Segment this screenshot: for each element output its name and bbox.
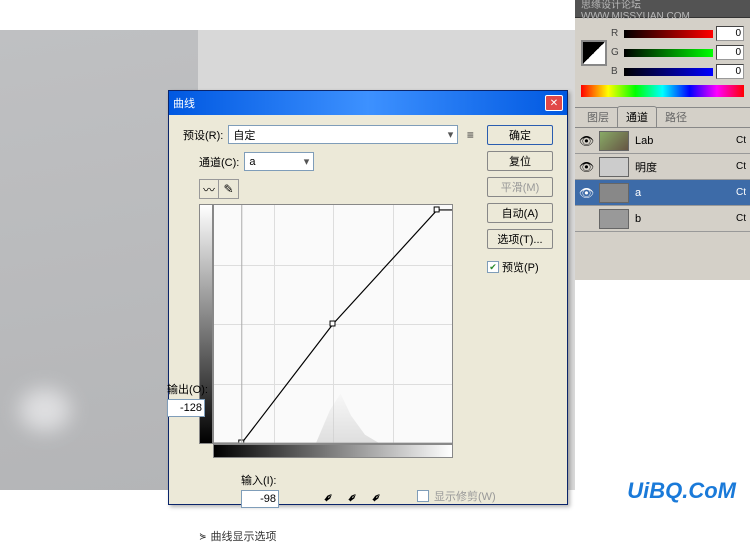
color-panel: R G B	[575, 18, 750, 108]
preset-label: 预设(R):	[183, 127, 223, 143]
channel-row-b[interactable]: bCt	[575, 206, 750, 232]
pencil-tool-icon[interactable]: ✎	[219, 180, 238, 198]
visibility-icon[interactable]: 👁	[579, 186, 593, 200]
curve-line[interactable]	[214, 205, 452, 443]
preview-label: 预览(P)	[502, 259, 539, 275]
chevron-right-icon: ⋟	[199, 531, 207, 542]
r-value[interactable]	[716, 26, 744, 41]
input-label: 输入(I):	[241, 472, 276, 488]
show-clip-checkbox[interactable]	[417, 490, 429, 502]
watermark: UiBQ.CoM	[627, 478, 736, 504]
options-button[interactable]: 选项(T)...	[487, 229, 553, 249]
channel-label: 通道(C):	[199, 154, 239, 170]
curve-tool-icon[interactable]: 〰	[200, 180, 219, 198]
tab-layers[interactable]: 图层	[579, 107, 617, 127]
smooth-button: 平滑(M)	[487, 177, 553, 197]
preset-menu-icon[interactable]: ≡	[463, 128, 477, 142]
close-icon[interactable]: ✕	[545, 95, 563, 111]
curve-grid[interactable]	[213, 204, 453, 444]
input-gradient	[213, 444, 453, 458]
r-slider[interactable]	[624, 30, 713, 38]
channel-select[interactable]: a	[244, 152, 314, 171]
channel-row-lab[interactable]: 👁LabCt	[575, 128, 750, 154]
b-value[interactable]	[716, 64, 744, 79]
tab-paths[interactable]: 路径	[657, 107, 695, 127]
g-slider[interactable]	[624, 49, 713, 57]
input-value[interactable]	[241, 490, 279, 508]
visibility-icon[interactable]: 👁	[579, 160, 593, 174]
g-value[interactable]	[716, 45, 744, 60]
visibility-icon[interactable]: 👁	[579, 134, 593, 148]
titlebar[interactable]: 曲线 ✕	[169, 91, 567, 115]
channel-row-lightness[interactable]: 👁明度Ct	[575, 154, 750, 180]
side-panels: 思缘设计论坛 WWW.MISSYUAN.COM R G B 图层 通道 路径 👁…	[575, 0, 750, 280]
expand-options[interactable]: ⋟ 曲线显示选项	[199, 528, 553, 544]
preview-checkbox[interactable]: ✔	[487, 261, 499, 273]
panel-watermark: 思缘设计论坛 WWW.MISSYUAN.COM	[575, 0, 750, 18]
output-label: 输出(O):	[167, 381, 208, 397]
preset-select[interactable]: 自定	[228, 125, 458, 144]
b-slider[interactable]	[624, 68, 713, 76]
eyedropper-white-icon[interactable]: ✒	[363, 484, 391, 512]
tab-channels[interactable]: 通道	[617, 106, 657, 127]
channel-row-a[interactable]: 👁aCt	[575, 180, 750, 206]
curves-dialog: 曲线 ✕ 预设(R): 自定 ≡ 通道(C): a 〰 ✎	[168, 90, 568, 505]
foreground-background-swatch[interactable]	[581, 40, 607, 66]
curve-tools: 〰 ✎	[199, 179, 239, 199]
output-value[interactable]	[167, 399, 205, 417]
auto-button[interactable]: 自动(A)	[487, 203, 553, 223]
show-clip-label: 显示修剪(W)	[434, 488, 496, 504]
reset-button[interactable]: 复位	[487, 151, 553, 171]
ok-button[interactable]: 确定	[487, 125, 553, 145]
channel-list: 👁LabCt 👁明度Ct 👁aCt bCt	[575, 128, 750, 232]
hue-strip[interactable]	[581, 85, 744, 97]
dialog-title: 曲线	[173, 95, 195, 111]
